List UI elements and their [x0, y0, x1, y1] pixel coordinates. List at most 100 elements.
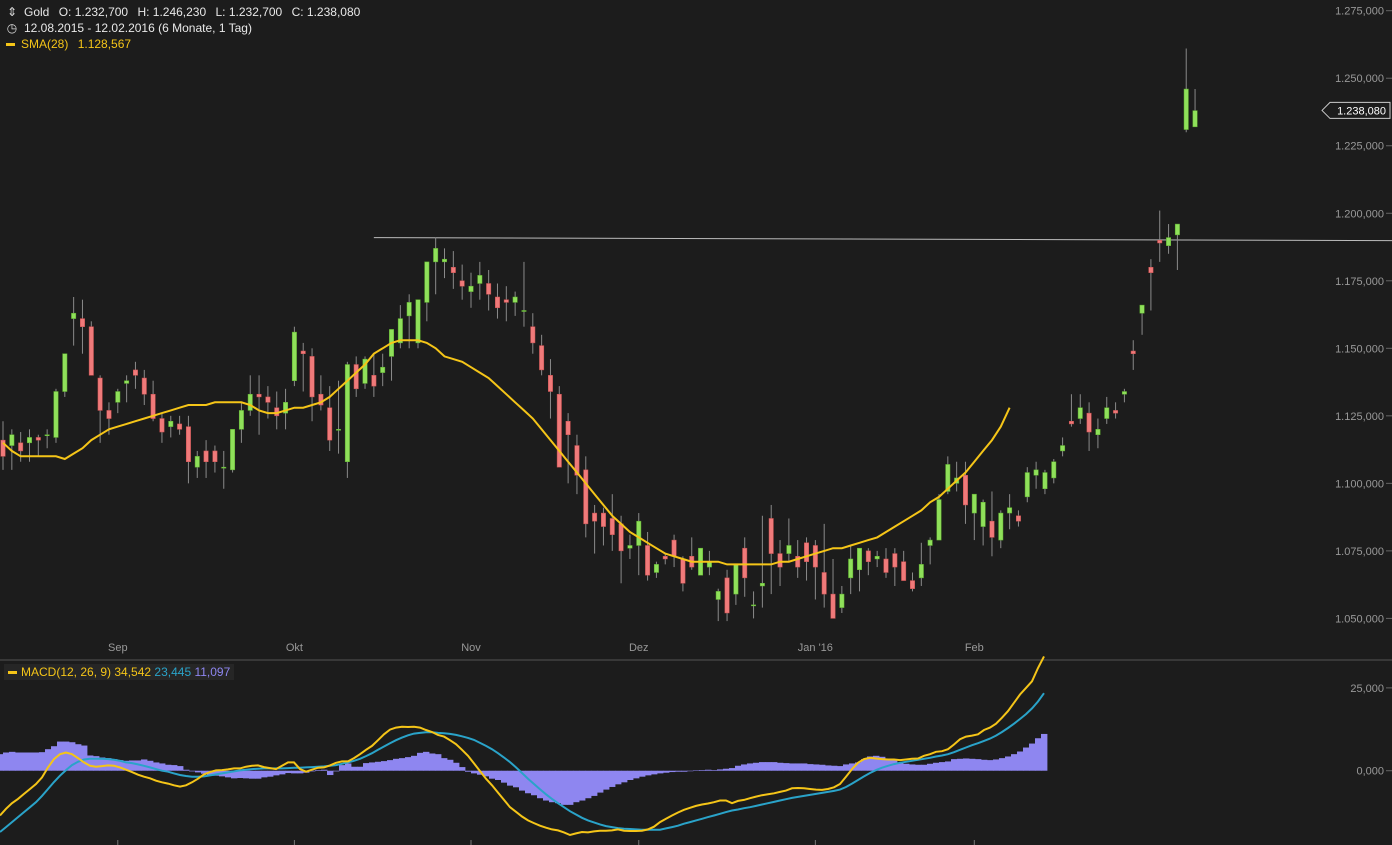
- sma-label: SMA(28): [21, 37, 69, 51]
- candle-body: [88, 326, 94, 376]
- macd-y-tick-label: 25,000: [1350, 683, 1384, 695]
- macd-histogram-bar: [669, 770, 676, 773]
- macd-histogram-bar: [1017, 751, 1024, 771]
- candle-body: [133, 369, 138, 376]
- macd-histogram-bar: [3, 752, 10, 771]
- macd-histogram-bar: [699, 770, 706, 771]
- sma-swatch: [6, 43, 15, 47]
- macd-histogram-bar: [903, 763, 910, 771]
- macd-histogram-bar: [789, 763, 796, 771]
- macd-histogram-bar: [165, 764, 172, 771]
- macd-histogram-bar: [639, 770, 646, 777]
- macd-histogram-bar: [495, 770, 502, 781]
- macd-histogram-bar: [1011, 754, 1018, 771]
- macd-histogram-bar: [645, 770, 652, 776]
- macd-histogram-bar: [411, 755, 418, 771]
- candle-body: [548, 375, 553, 392]
- macd-histogram-bar: [171, 765, 178, 771]
- candle-body: [715, 591, 721, 600]
- chart-canvas[interactable]: 1.050,000 1.075,000 1.100,000 1.125,000 1.15…: [0, 0, 1392, 845]
- candle-body: [662, 556, 668, 560]
- macd-histogram-bar: [387, 760, 394, 771]
- candle-body: [1139, 304, 1145, 314]
- candle-body: [865, 550, 871, 562]
- candle-body: [168, 420, 174, 427]
- candle-body: [203, 450, 209, 462]
- x-tick-label: Sep: [108, 642, 128, 654]
- macd-histogram-bar: [417, 752, 424, 771]
- macd-histogram-bar: [567, 770, 574, 805]
- candle-body: [751, 604, 756, 607]
- macd-histogram-bar: [969, 758, 976, 771]
- candle-body: [1095, 429, 1101, 435]
- candle-body: [777, 553, 783, 568]
- macd-histogram-bar: [723, 768, 730, 771]
- macd-histogram-bar: [393, 758, 400, 771]
- candle-body: [115, 391, 121, 403]
- last-price-label: 1.238,080: [1337, 105, 1386, 117]
- candle-body: [1192, 110, 1198, 128]
- macd-histogram-bar: [399, 758, 406, 771]
- candle-body: [380, 366, 386, 373]
- macd-line: [0, 655, 1045, 837]
- macd-histogram-bar: [729, 768, 736, 771]
- macd-histogram-bar: [1023, 747, 1030, 771]
- macd-histogram-bar: [9, 751, 16, 771]
- macd-histogram-bar: [633, 770, 640, 779]
- macd-histogram-bar: [939, 762, 946, 771]
- high-value: H: 1.246,230: [137, 5, 207, 19]
- candle-body: [80, 318, 85, 327]
- candle-body: [539, 345, 545, 371]
- candle-body: [1042, 472, 1048, 490]
- macd-histogram-bar: [945, 761, 952, 771]
- candle-body: [35, 437, 41, 441]
- signal-value: 23,445: [154, 665, 192, 679]
- candle-body: [230, 429, 236, 471]
- candle-body: [671, 539, 677, 557]
- macd-histogram-bar: [279, 770, 286, 775]
- macd-histogram-bar: [195, 770, 202, 773]
- macd-histogram-bar: [705, 769, 712, 771]
- macd-legend[interactable]: MACD(12, 26, 9) 34,542 23,445 11,097: [4, 664, 235, 680]
- candle-body: [221, 466, 227, 469]
- macd-histogram-bar: [615, 770, 622, 785]
- candle-body: [768, 518, 774, 554]
- macd-histogram-bar: [447, 759, 454, 771]
- open-value: O: 1.232,700: [58, 5, 129, 19]
- macd-histogram-bar: [375, 761, 382, 771]
- candle-body: [821, 572, 827, 595]
- macd-histogram-bar: [513, 770, 520, 788]
- candle-body: [883, 558, 889, 573]
- y-tick-label: 1.225,000: [1335, 141, 1384, 153]
- candle-body: [1157, 240, 1163, 244]
- macd-histogram-bar: [975, 759, 982, 771]
- macd-histogram-bar: [429, 753, 436, 771]
- candle-body: [759, 583, 765, 587]
- candle-body: [980, 502, 986, 527]
- candle-body: [477, 275, 483, 284]
- macd-histogram-bar: [363, 763, 370, 771]
- sma-legend[interactable]: SMA(28) 1.128,567: [6, 36, 137, 52]
- candle-body: [1166, 237, 1172, 246]
- candle-body: [336, 429, 341, 431]
- candle-body: [97, 377, 103, 411]
- candle-body: [486, 283, 492, 295]
- candle-body: [265, 396, 271, 403]
- candle-body: [1086, 412, 1092, 433]
- macd-histogram-bar: [489, 770, 496, 779]
- candle-body: [918, 564, 924, 579]
- symbol-legend: ⇕ Gold O: 1.232,700 H: 1.246,230 L: 1.232…: [6, 4, 366, 20]
- candle-body: [141, 377, 147, 395]
- candle-body: [618, 523, 624, 552]
- low-value: L: 1.232,700: [215, 5, 283, 19]
- y-tick-label: 1.175,000: [1335, 276, 1384, 288]
- macd-histogram-bar: [693, 770, 700, 771]
- macd-histogram-bar: [951, 759, 958, 771]
- macd-histogram-bar: [537, 770, 544, 799]
- candle-body: [600, 512, 606, 527]
- macd-histogram-bar: [627, 770, 634, 781]
- y-tick-label: 1.100,000: [1335, 478, 1384, 490]
- macd-histogram-bar: [783, 763, 790, 771]
- candle-body: [627, 545, 633, 549]
- candle-body: [1024, 472, 1030, 498]
